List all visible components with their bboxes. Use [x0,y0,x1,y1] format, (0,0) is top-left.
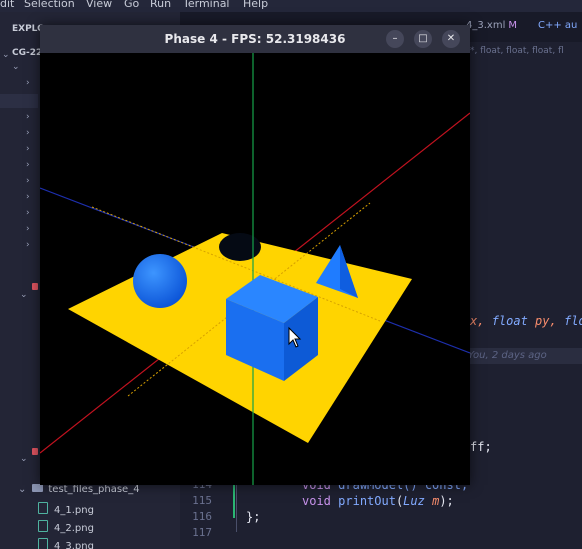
file-label: 4_1.png [54,505,94,516]
window-title: Phase 4 - FPS: 52.3198436 [164,32,346,46]
chevron-right-icon[interactable]: › [26,144,30,154]
line-number: 117 [192,526,212,539]
file-red-icon [32,448,38,455]
chevron-down-icon[interactable]: ⌄ [12,62,20,72]
chevron-right-icon[interactable]: › [26,176,30,186]
minimize-button[interactable]: – [386,30,404,48]
line-number: 116 [192,510,212,523]
folder-label: test_files_phase_4 [48,484,140,495]
torus [219,233,261,261]
chevron-down-icon: ⌄ [18,484,27,495]
menu-selection[interactable]: Selection [24,0,75,10]
chevron-right-icon[interactable]: › [26,128,30,138]
window-titlebar[interactable]: Phase 4 - FPS: 52.3198436 – □ ✕ [40,25,470,53]
chevron-right-icon[interactable]: › [26,240,30,250]
code-line: void printOut(Luz m); [302,494,454,508]
tree-row-selected[interactable] [0,94,38,108]
code-token: Luz [403,494,425,508]
file-label: 4_3.png [54,541,94,549]
chevron-right-icon[interactable]: › [26,160,30,170]
code-token: ff; [470,440,492,454]
code-token: x, [470,314,485,328]
maximize-button[interactable]: □ [414,30,432,48]
chevron-right-icon[interactable]: › [26,78,30,88]
menu-run[interactable]: Run [150,0,171,10]
3d-viewport[interactable] [40,53,470,485]
code-token: py, [535,314,557,328]
git-blame-annotation: You, 2 days ago [464,348,582,364]
menubar: dit Selection View Go Run Terminal Help [0,0,582,12]
menu-view[interactable]: View [86,0,112,10]
image-file-icon [38,538,48,549]
code-token: float [491,314,528,328]
render-window[interactable]: Phase 4 - FPS: 52.3198436 – □ ✕ [40,25,470,485]
code-fragment: x, float py, floa [470,314,582,328]
chevron-right-icon[interactable]: › [26,192,30,202]
modified-badge: M [508,20,517,31]
image-file-icon [38,520,48,532]
line-number: 115 [192,494,212,507]
tab-cpp[interactable]: C++ au [538,20,577,31]
menu-help[interactable]: Help [243,0,268,10]
tree-file[interactable]: 4_3.png [38,538,94,549]
tree-file[interactable]: 4_2.png [38,520,94,534]
sphere [133,254,187,308]
git-modified-bar [233,482,235,518]
code-fragment: ff; [470,440,492,454]
chevron-right-icon[interactable]: › [26,112,30,122]
tab-label: C++ au [538,20,578,31]
menu-edit[interactable]: dit [0,0,14,10]
file-label: 4_2.png [54,523,94,534]
chevron-right-icon[interactable]: › [26,224,30,234]
tab-label: 4_3.xml [466,20,506,31]
chevron-down-icon[interactable]: ⌄ [20,290,28,300]
close-button[interactable]: ✕ [442,30,460,48]
chevron-right-icon[interactable]: › [26,208,30,218]
code-token: }; [246,510,261,524]
tree-folder-test-files[interactable]: ⌄ test_files_phase_4 [18,484,140,495]
project-root[interactable]: CG-22 [12,48,42,58]
file-red-icon [32,283,38,290]
signature-hint: *, float, float, float, fl [470,46,564,56]
chevron-down-icon[interactable]: ⌄ [2,50,10,60]
menu-terminal[interactable]: Terminal [183,0,230,10]
chevron-down-icon[interactable]: ⌄ [20,454,28,464]
tab-4-3-xml[interactable]: 4_3.xml M [466,20,517,31]
code-token: void [302,494,331,508]
code-line: }; [246,510,260,524]
code-token: floa [563,314,582,328]
image-file-icon [38,502,48,514]
menu-go[interactable]: Go [124,0,139,10]
code-token: printOut [338,494,396,508]
tree-file[interactable]: 4_1.png [38,502,94,516]
folder-icon [32,484,44,492]
